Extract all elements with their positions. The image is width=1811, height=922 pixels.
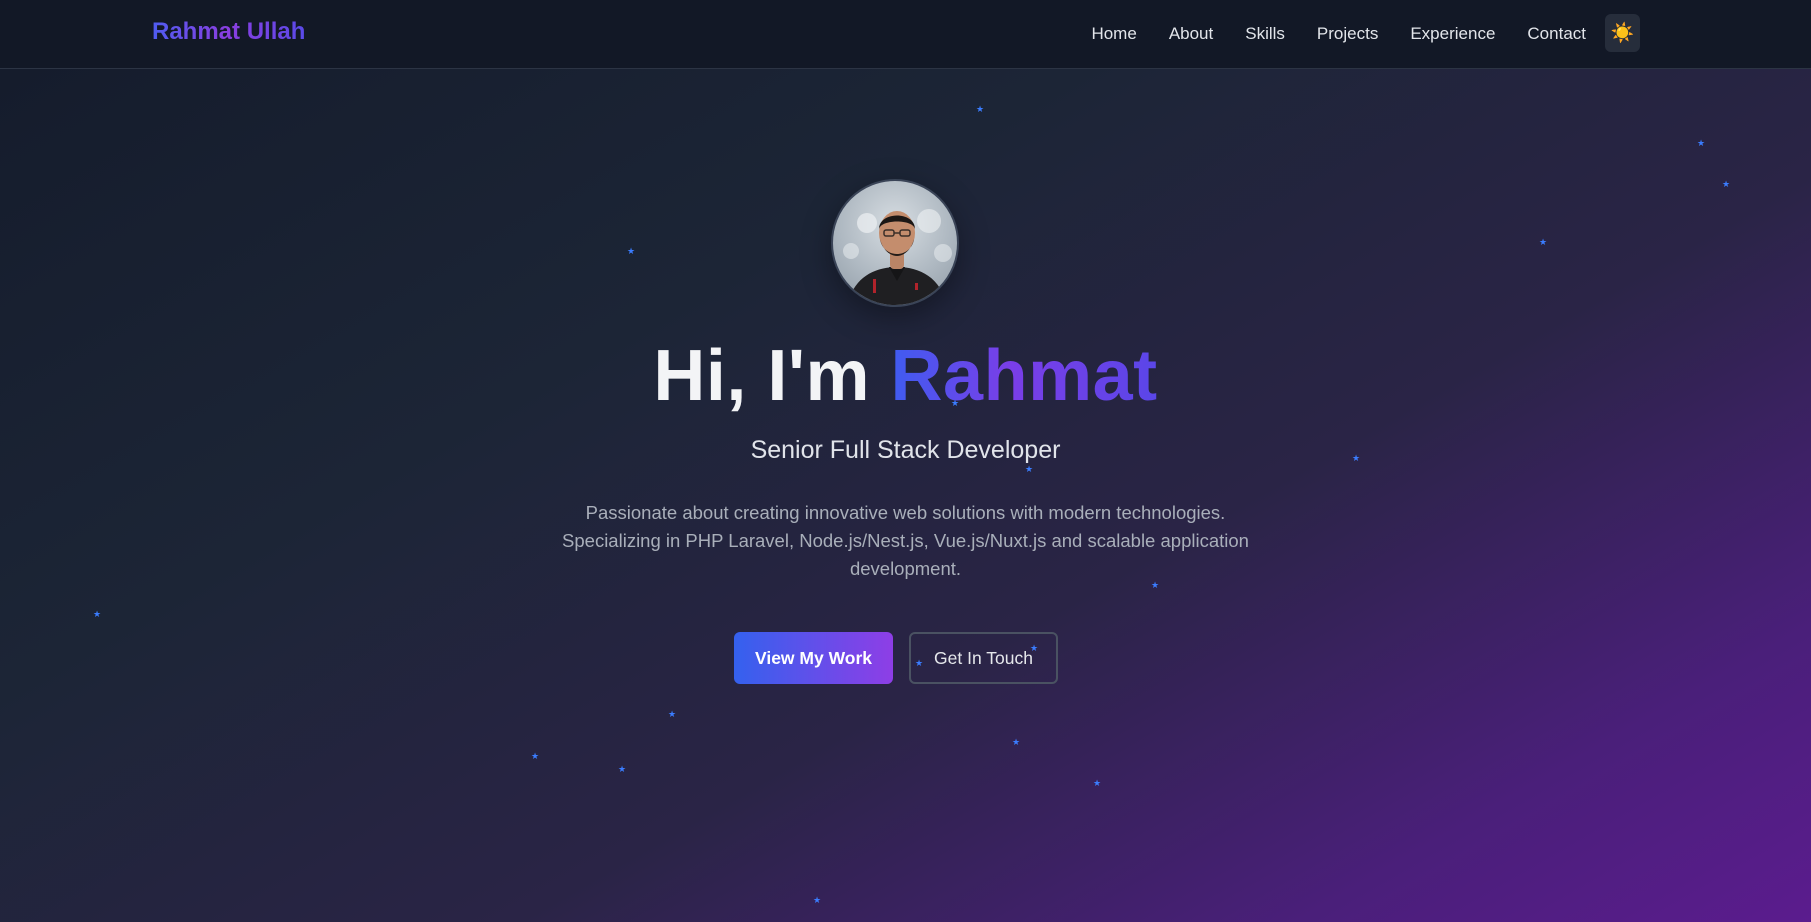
star-decoration: ★ bbox=[1012, 738, 1021, 748]
nav-links: Home About Skills Projects Experience Co… bbox=[1091, 0, 1586, 67]
star-decoration: ★ bbox=[1539, 238, 1548, 248]
profile-avatar bbox=[831, 179, 959, 307]
hero-greeting: Hi, I'm bbox=[653, 336, 891, 416]
nav-link-experience[interactable]: Experience bbox=[1410, 24, 1495, 44]
star-decoration: ★ bbox=[813, 896, 822, 906]
nav-link-projects[interactable]: Projects bbox=[1317, 24, 1378, 44]
star-decoration: ★ bbox=[1093, 779, 1102, 789]
star-decoration: ★ bbox=[1151, 581, 1160, 591]
star-decoration: ★ bbox=[1697, 139, 1706, 149]
nav-link-skills[interactable]: Skills bbox=[1245, 24, 1285, 44]
hero-name: Rahmat bbox=[890, 336, 1158, 416]
sun-icon: ☀️ bbox=[1610, 23, 1635, 44]
theme-toggle-button[interactable]: ☀️ bbox=[1605, 14, 1640, 52]
star-decoration: ★ bbox=[93, 610, 102, 620]
hero-description: Passionate about creating innovative web… bbox=[562, 502, 1249, 579]
star-decoration: ★ bbox=[976, 105, 985, 115]
star-decoration: ★ bbox=[531, 752, 540, 762]
hero-title: Hi, I'm Rahmat bbox=[0, 335, 1811, 417]
view-my-work-button[interactable]: View My Work bbox=[734, 632, 893, 684]
brand-logo[interactable]: Rahmat Ullah bbox=[152, 18, 305, 46]
get-in-touch-button[interactable]: Get In Touch bbox=[909, 632, 1058, 684]
nav-link-about[interactable]: About bbox=[1169, 24, 1213, 44]
star-decoration: ★ bbox=[1722, 180, 1731, 190]
star-decoration: ★ bbox=[618, 765, 627, 775]
nav-link-home[interactable]: Home bbox=[1091, 24, 1136, 44]
hero-subtitle: Senior Full Stack Developer bbox=[750, 436, 1061, 464]
star-decoration: ★ bbox=[627, 247, 636, 257]
star-decoration: ★ bbox=[1025, 465, 1034, 475]
nav-link-contact[interactable]: Contact bbox=[1527, 24, 1586, 44]
profile-photo bbox=[843, 209, 952, 305]
navbar: Rahmat Ullah Home About Skills Projects … bbox=[0, 0, 1811, 69]
star-decoration: ★ bbox=[668, 710, 677, 720]
